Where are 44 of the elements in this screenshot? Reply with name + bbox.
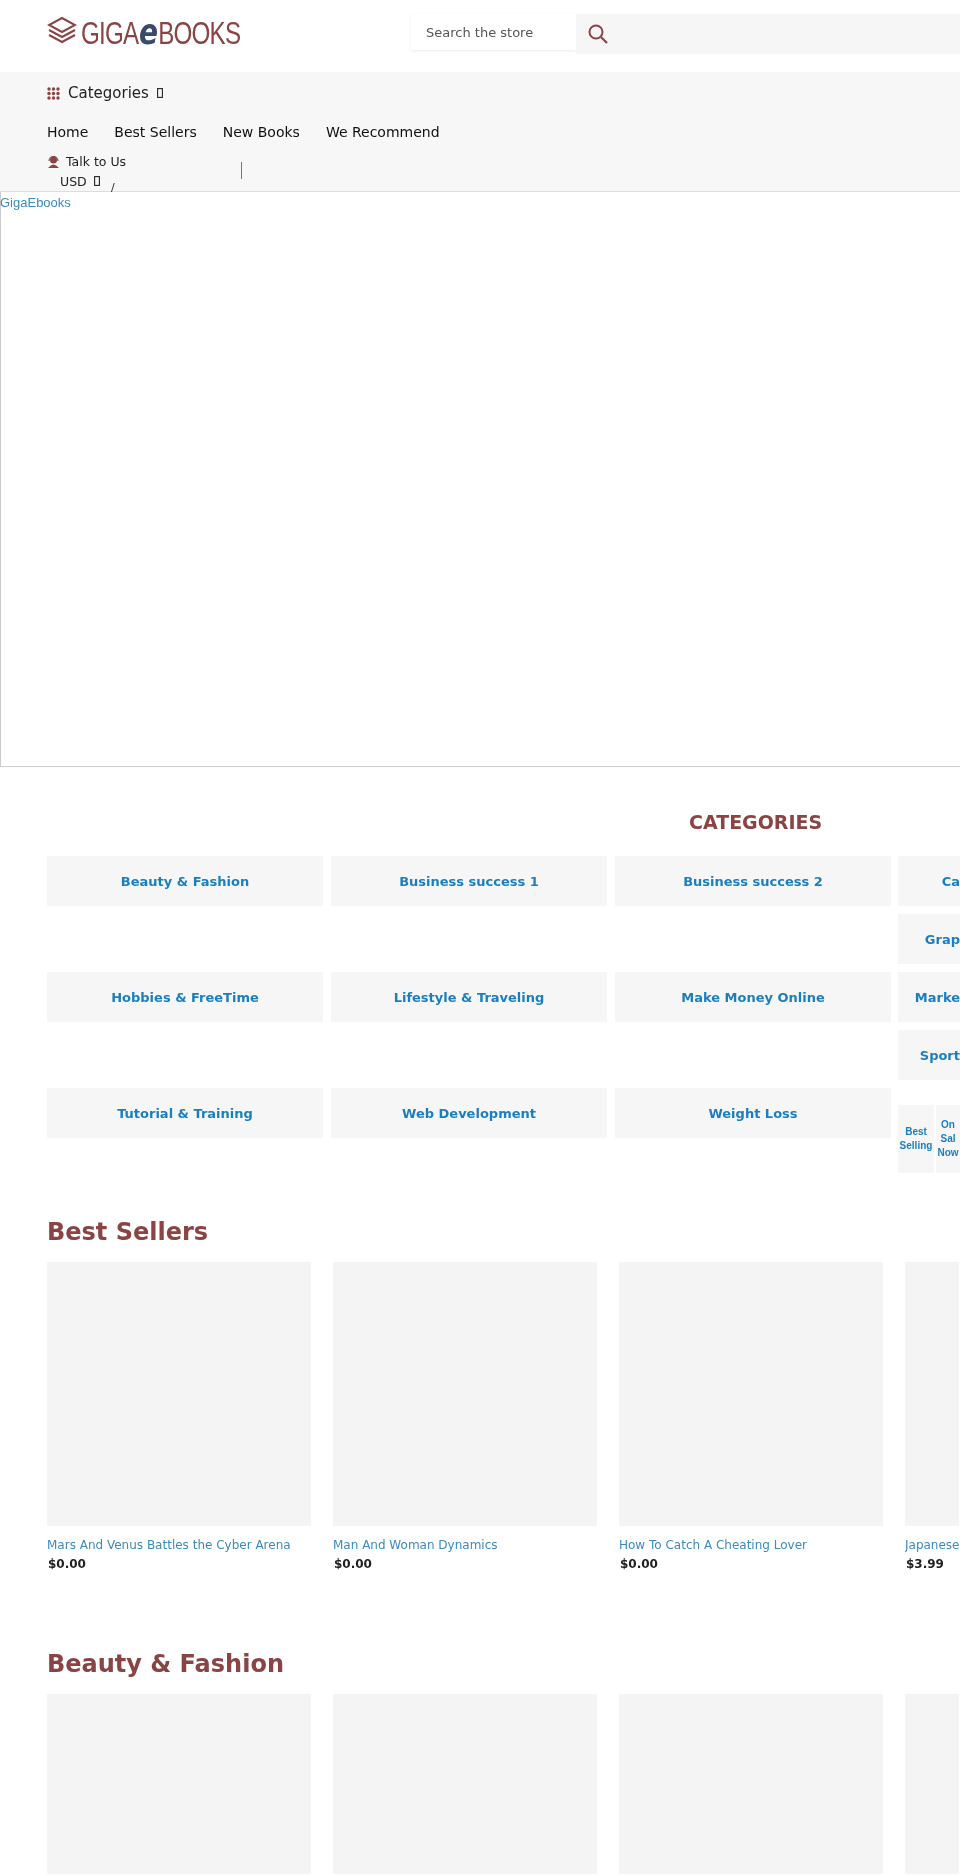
- contact-link[interactable]: Talk to Us: [66, 153, 127, 169]
- currency-selector[interactable]: USD: [60, 173, 87, 189]
- nav-link[interactable]: New Books: [222, 124, 300, 140]
- logo[interactable]: GIGAeBOOKS: [47, 14, 241, 48]
- nav-link[interactable]: We Recommend: [325, 124, 440, 140]
- breadcrumb-link[interactable]: GigaEbooks: [0, 195, 71, 210]
- search-field[interactable]: Search the store: [411, 14, 576, 50]
- section-heading: Beauty & Fashion: [47, 1649, 285, 1680]
- product-price: $3.99: [906, 1557, 945, 1571]
- product-price: $0.00: [48, 1557, 87, 1571]
- product-title[interactable]: Man And Woman Dynamics: [333, 1538, 597, 1552]
- categories-menu[interactable]: Categories: [68, 84, 149, 102]
- search-icon: [588, 24, 608, 44]
- category-tile[interactable]: Business success 2: [615, 856, 891, 906]
- category-tile[interactable]: Make Money Online: [615, 972, 891, 1022]
- category-tile[interactable]: Best Selling: [898, 1105, 934, 1173]
- separator-text: /: [111, 181, 115, 194]
- section-heading: CATEGORIES: [689, 810, 824, 833]
- nav-link[interactable]: Home: [47, 124, 89, 140]
- category-tile[interactable]: Marke: [898, 972, 960, 1022]
- headset-person-icon: [47, 154, 60, 168]
- category-tile[interactable]: Web Development: [331, 1088, 607, 1138]
- category-tile[interactable]: Weight Loss: [615, 1088, 891, 1138]
- category-tile[interactable]: Tutorial & Training: [47, 1088, 323, 1138]
- product-price: $0.00: [620, 1557, 659, 1571]
- product-title[interactable]: Mars And Venus Battles the Cyber Arena: [47, 1538, 311, 1552]
- product-title[interactable]: Japanese: [905, 1538, 959, 1552]
- search-button[interactable]: [576, 14, 960, 54]
- product-price: $0.00: [334, 1557, 373, 1571]
- category-tile[interactable]: On Sal Now: [936, 1105, 960, 1173]
- product-title[interactable]: How To Catch A Cheating Lover: [619, 1538, 883, 1552]
- nav-link[interactable]: Best Sellers: [114, 124, 197, 140]
- category-tile[interactable]: Hobbies & FreeTime: [47, 972, 323, 1022]
- stacked-layers-icon: [47, 16, 77, 46]
- category-tile[interactable]: Lifestyle & Traveling: [331, 972, 607, 1022]
- section-heading: Best Sellers: [47, 1217, 210, 1248]
- missing-glyph-icon: [93, 176, 100, 186]
- grid-dots-icon: [47, 86, 60, 100]
- missing-glyph-icon: [156, 88, 163, 98]
- category-tile[interactable]: Business success 1: [331, 856, 607, 906]
- category-tile[interactable]: Grap: [898, 914, 960, 964]
- category-tile[interactable]: Ca: [898, 856, 960, 906]
- category-tile[interactable]: Sport: [898, 1030, 960, 1080]
- category-tile[interactable]: Beauty & Fashion: [47, 856, 323, 906]
